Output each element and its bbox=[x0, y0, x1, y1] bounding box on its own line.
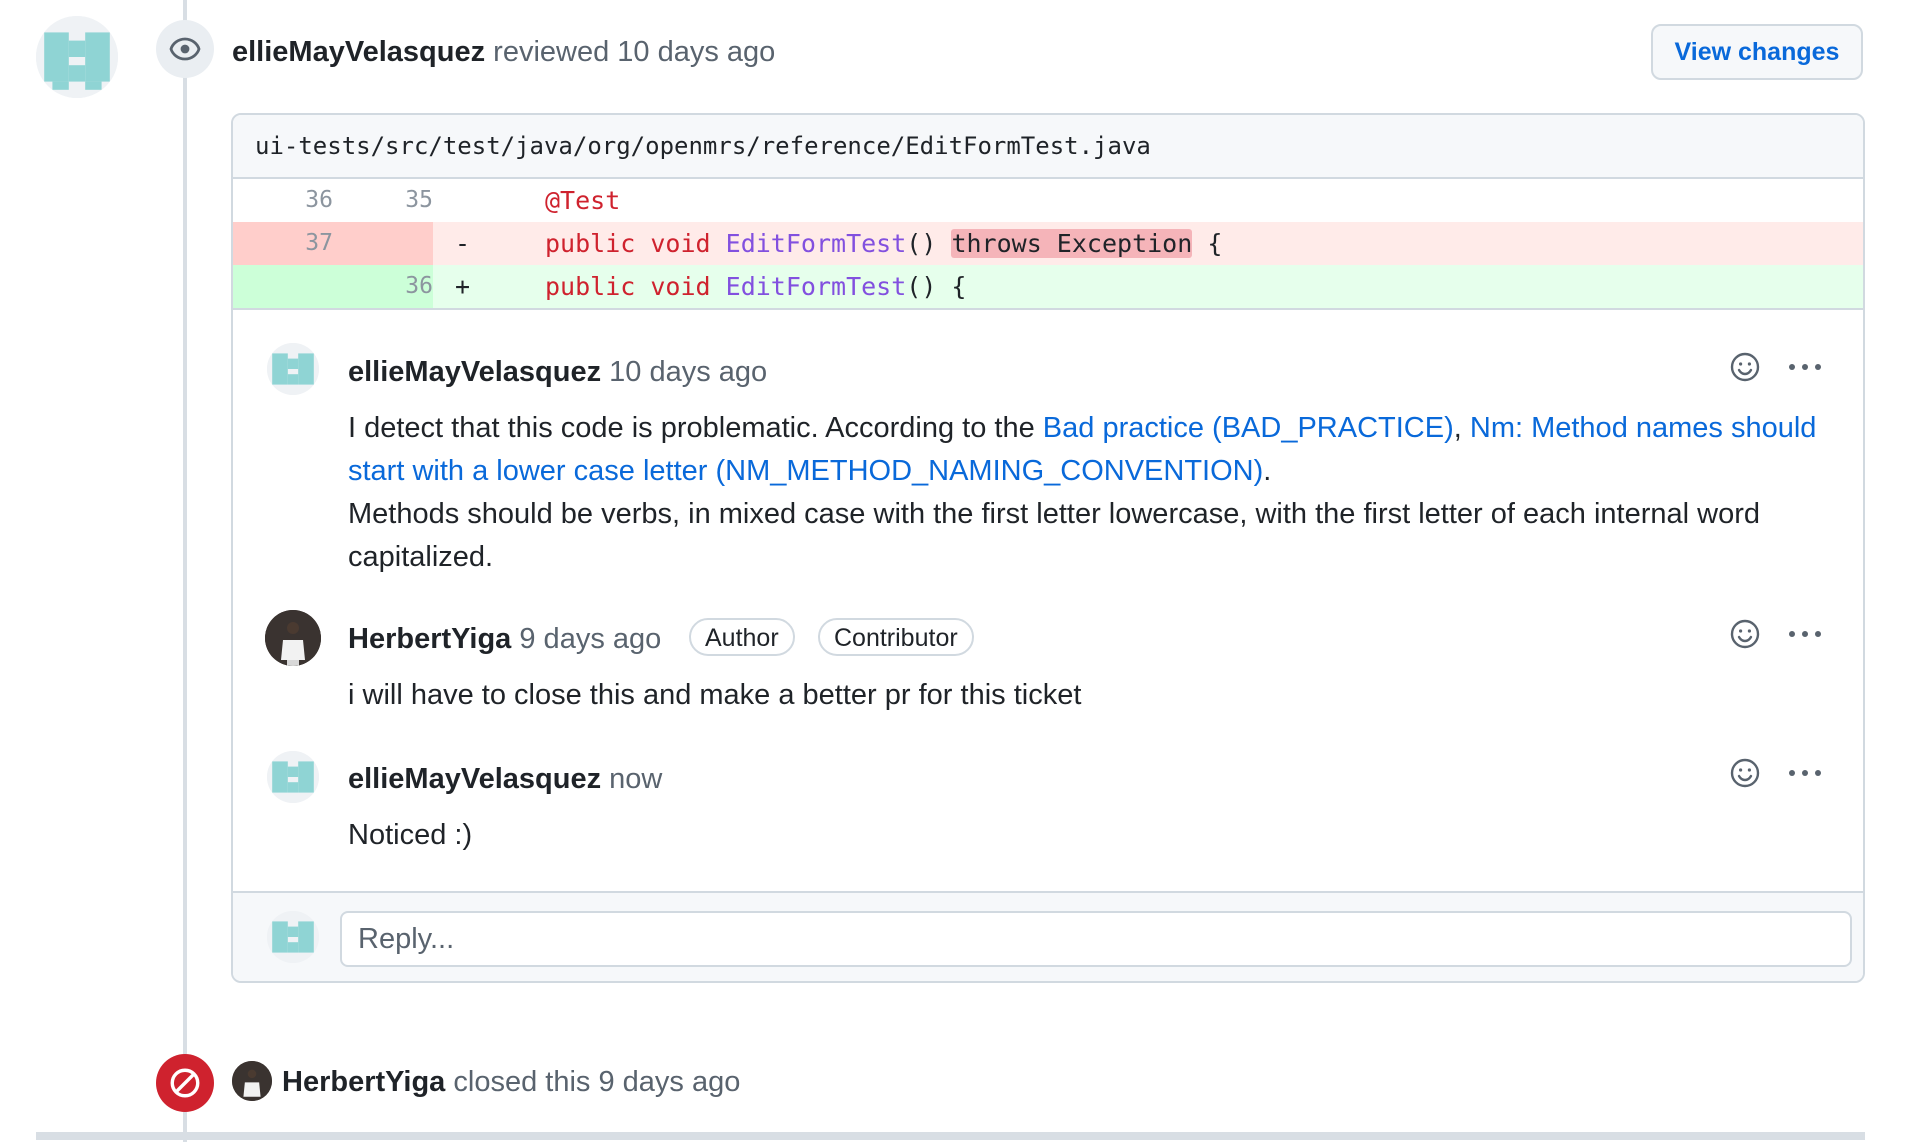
user-photo-icon bbox=[265, 610, 321, 666]
add-reaction-button[interactable] bbox=[1725, 614, 1765, 654]
reply-area: Reply... bbox=[233, 891, 1863, 981]
comment-time[interactable]: 9 days ago bbox=[519, 623, 661, 655]
closed-author[interactable]: HerbertYiga bbox=[282, 1066, 445, 1098]
kebab-horizontal-icon bbox=[1789, 770, 1821, 776]
circle-slash-icon bbox=[170, 1068, 200, 1098]
new-line-number[interactable]: 36 bbox=[333, 265, 433, 308]
view-changes-button[interactable]: View changes bbox=[1651, 24, 1863, 80]
old-line-number[interactable]: 37 bbox=[233, 222, 333, 265]
smiley-icon bbox=[1730, 758, 1760, 788]
diff-code: @Test bbox=[545, 186, 621, 215]
reply-input[interactable]: Reply... bbox=[340, 911, 1852, 967]
comment-time[interactable]: now bbox=[609, 763, 662, 795]
comment-header: HerbertYiga 9 days ago bbox=[348, 623, 661, 656]
identicon-icon bbox=[267, 343, 319, 395]
old-line-number[interactable]: 36 bbox=[233, 179, 333, 222]
closed-time[interactable]: 9 days ago bbox=[598, 1066, 740, 1098]
diff-code: public void EditFormTest() { bbox=[545, 272, 967, 301]
closed-badge bbox=[156, 1054, 214, 1112]
smiley-icon bbox=[1730, 352, 1760, 382]
comment-avatar[interactable] bbox=[265, 610, 321, 666]
kebab-horizontal-icon bbox=[1789, 631, 1821, 637]
comment-menu-button[interactable] bbox=[1785, 347, 1825, 387]
comment-menu-button[interactable] bbox=[1785, 614, 1825, 654]
user-photo-icon bbox=[232, 1061, 272, 1101]
comment-author[interactable]: ellieMayVelasquez bbox=[348, 763, 601, 795]
review-eye-badge bbox=[156, 20, 214, 78]
new-line-number[interactable]: 35 bbox=[333, 179, 433, 222]
comment-author[interactable]: ellieMayVelasquez bbox=[348, 356, 601, 388]
comment-header: ellieMayVelasquez 10 days ago bbox=[348, 356, 767, 389]
timeline-bottom-border bbox=[36, 1132, 1865, 1140]
bad-practice-link[interactable]: Bad practice (BAD_PRACTICE) bbox=[1043, 412, 1454, 444]
comment-body: I detect that this code is problematic. … bbox=[348, 412, 1817, 573]
deletion-marker: - bbox=[455, 229, 471, 258]
smiley-icon bbox=[1730, 619, 1760, 649]
diff-row-addition: 36 + public void EditFormTest() { bbox=[233, 265, 1863, 310]
addition-marker: + bbox=[455, 272, 471, 301]
identicon-icon bbox=[267, 751, 319, 803]
closed-action: closed this bbox=[453, 1066, 591, 1098]
file-path[interactable]: ui-tests/src/test/java/org/openmrs/refer… bbox=[233, 115, 1863, 179]
removed-text-highlight: throws Exception bbox=[951, 229, 1193, 258]
review-header: ellieMayVelasquez reviewed 10 days ago bbox=[232, 36, 775, 69]
diff-row-deletion: 37 - public void EditFormTest() throws E… bbox=[233, 222, 1863, 265]
add-reaction-button[interactable] bbox=[1725, 753, 1765, 793]
timeline-line bbox=[183, 0, 187, 1142]
contributor-label: Contributor bbox=[818, 618, 974, 656]
comment-menu-button[interactable] bbox=[1785, 753, 1825, 793]
current-user-avatar bbox=[267, 911, 319, 963]
comment-time[interactable]: 10 days ago bbox=[609, 356, 767, 388]
comment-avatar[interactable] bbox=[267, 751, 319, 803]
review-author[interactable]: ellieMayVelasquez bbox=[232, 36, 485, 68]
review-thread: ui-tests/src/test/java/org/openmrs/refer… bbox=[231, 113, 1865, 983]
add-reaction-button[interactable] bbox=[1725, 347, 1765, 387]
closer-avatar[interactable] bbox=[232, 1061, 272, 1101]
review-action: reviewed bbox=[493, 36, 610, 68]
comment-body: i will have to close this and make a bet… bbox=[348, 679, 1082, 711]
eye-icon bbox=[169, 37, 201, 61]
closed-event-text: HerbertYiga closed this 9 days ago bbox=[282, 1066, 740, 1099]
review-time[interactable]: 10 days ago bbox=[617, 36, 775, 68]
kebab-horizontal-icon bbox=[1789, 364, 1821, 370]
diff-code: public void EditFormTest() throws Except… bbox=[545, 229, 1223, 258]
diff-row-context: 36 35 @Test bbox=[233, 179, 1863, 222]
identicon-icon bbox=[267, 911, 319, 963]
comment-avatar[interactable] bbox=[267, 343, 319, 395]
comment-header: ellieMayVelasquez now bbox=[348, 763, 662, 796]
comment-body: Noticed :) bbox=[348, 819, 473, 851]
reviewer-avatar[interactable] bbox=[36, 16, 118, 98]
author-label: Author bbox=[689, 618, 795, 656]
comment-author[interactable]: HerbertYiga bbox=[348, 623, 511, 655]
identicon-icon bbox=[36, 16, 118, 98]
